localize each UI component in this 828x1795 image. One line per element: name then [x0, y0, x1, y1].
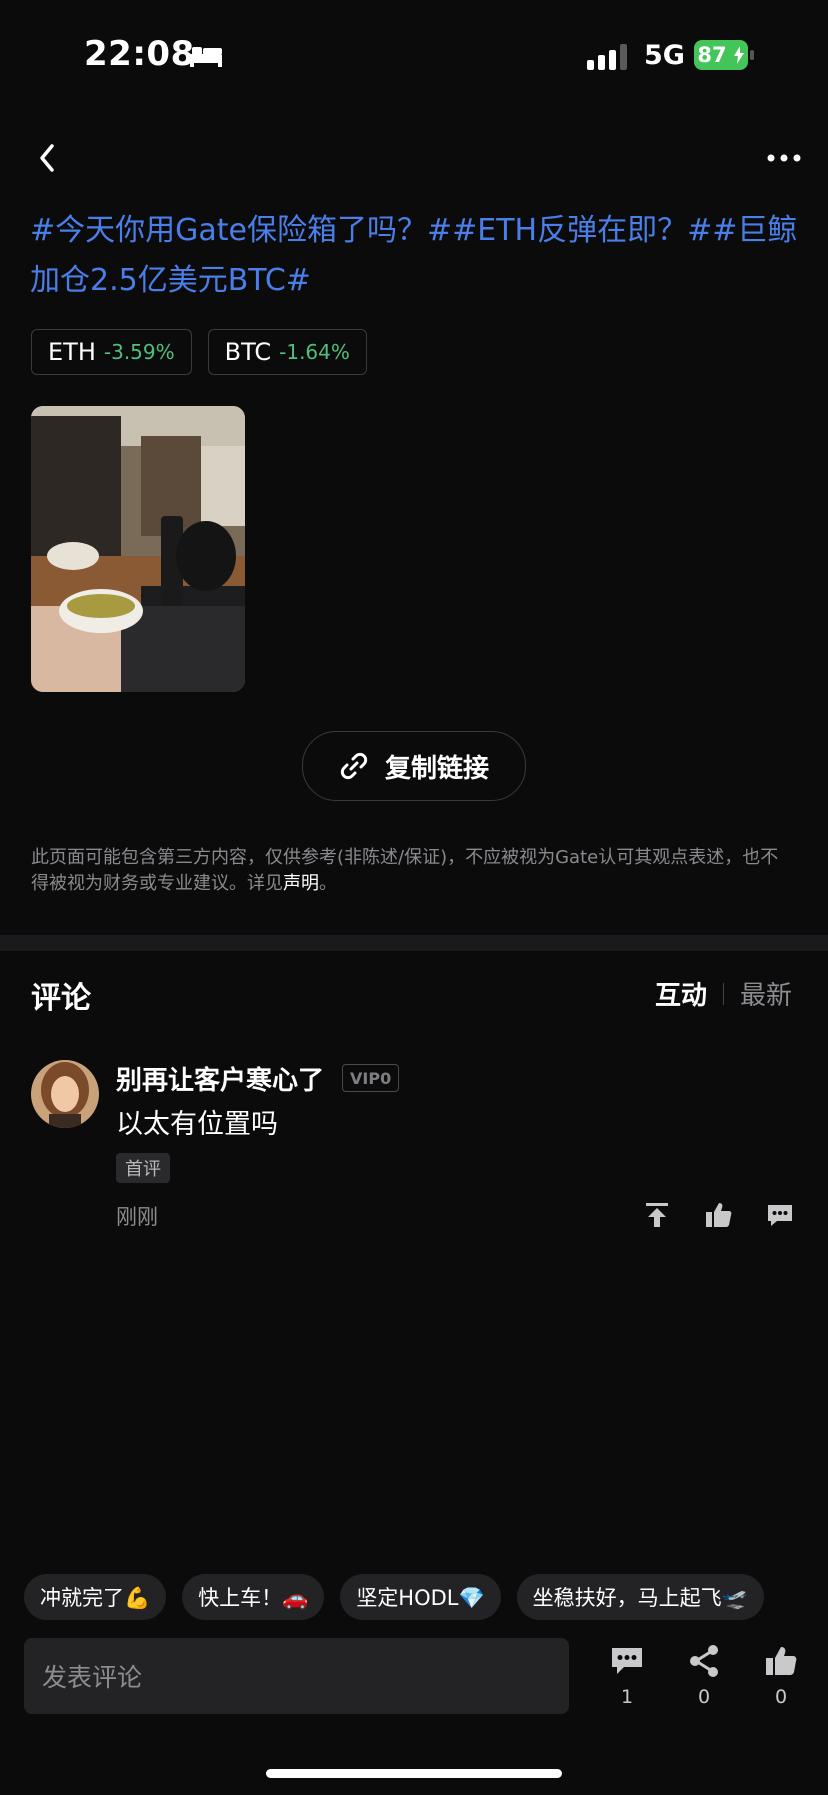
home-indicator[interactable] [266, 1769, 562, 1778]
thumbs-up-icon [766, 1647, 797, 1675]
comment-sort-tabs: 互动 最新 [655, 975, 792, 1012]
battery-indicator: 87 [694, 40, 754, 70]
share-count: 0 [697, 1686, 711, 1708]
coin-change: -1.64% [279, 340, 350, 364]
network-type: 5G [644, 40, 685, 71]
like-button[interactable]: 0 [756, 1644, 806, 1708]
avatar[interactable] [31, 1060, 99, 1128]
comment-icon [612, 1648, 642, 1674]
coin-tag-btc[interactable]: BTC -1.64% [207, 329, 367, 375]
like-count: 0 [774, 1686, 788, 1708]
comment-text: 以太有位置吗 [116, 1109, 278, 1140]
reply-icon[interactable] [765, 1200, 795, 1230]
section-divider [0, 935, 828, 951]
coin-name: BTC [224, 338, 272, 366]
quick-reply-chip[interactable]: 冲就完了💪 [24, 1574, 167, 1620]
coin-tags: ETH -3.59% BTC -1.64% [31, 329, 367, 375]
sort-tab-interaction[interactable]: 互动 [655, 975, 707, 1012]
sleep-focus-icon [190, 47, 222, 67]
disclaimer-statement-link[interactable]: 声明 [283, 873, 319, 894]
comment-input[interactable]: 发表评论 [24, 1638, 569, 1714]
vip-badge: VIP0 [342, 1064, 400, 1092]
comment-author[interactable]: 别再让客户寒心了 [116, 1060, 324, 1097]
quick-replies: 冲就完了💪 快上车！🚗 坚定HODL💎 坐稳扶好，马上起飞🛫 [24, 1574, 764, 1620]
coin-change: -3.59% [103, 340, 175, 364]
status-time: 22:08 [84, 34, 195, 74]
comment-count-button[interactable]: 1 [602, 1644, 652, 1708]
cellular-signal-icon [587, 44, 627, 70]
pin-top-icon[interactable] [642, 1200, 672, 1230]
battery-level: 87 [697, 43, 727, 67]
coin-tag-eth[interactable]: ETH -3.59% [31, 329, 192, 375]
sort-tab-latest[interactable]: 最新 [740, 975, 792, 1012]
copy-link-button[interactable]: 复制链接 [302, 731, 526, 801]
share-button[interactable]: 0 [679, 1644, 729, 1708]
coin-name: ETH [48, 338, 96, 366]
back-button[interactable] [30, 138, 66, 178]
post-title-hashtags[interactable]: #今天你用Gate保险箱了吗？##ETH反弹在即？##巨鲸加仓2.5亿美元BTC… [30, 206, 800, 306]
comment-count: 1 [620, 1686, 634, 1708]
disclaimer-end: 。 [319, 873, 337, 894]
disclaimer-text: 此页面可能包含第三方内容，仅供参考(非陈述/保证)，不应被视为Gate认可其观点… [31, 845, 791, 897]
comments-title: 评论 [31, 981, 91, 1016]
quick-reply-chip[interactable]: 快上车！🚗 [182, 1574, 325, 1620]
share-icon [690, 1645, 718, 1677]
first-comment-badge: 首评 [116, 1153, 170, 1183]
like-icon[interactable] [704, 1200, 734, 1230]
copy-link-label: 复制链接 [384, 753, 489, 784]
post-image[interactable] [31, 406, 245, 692]
link-icon [340, 752, 368, 780]
charging-bolt-icon [733, 46, 744, 64]
quick-reply-chip[interactable]: 坐稳扶好，马上起飞🛫 [516, 1574, 764, 1620]
more-options-button[interactable] [764, 145, 804, 171]
comment-time: 刚刚 [116, 1205, 158, 1229]
quick-reply-chip[interactable]: 坚定HODL💎 [340, 1574, 501, 1620]
disclaimer-body: 此页面可能包含第三方内容，仅供参考(非陈述/保证)，不应被视为Gate认可其观点… [31, 847, 779, 894]
